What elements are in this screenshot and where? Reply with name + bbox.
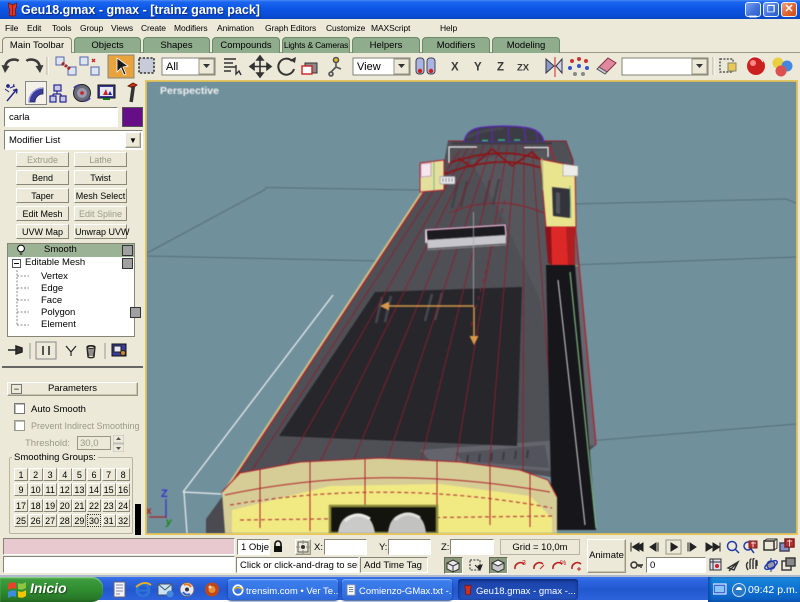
svg-text:%: % [560, 560, 566, 567]
svg-text:x: x [147, 506, 152, 517]
svg-text:Z: Z [497, 62, 504, 74]
svg-text:X: X [451, 62, 459, 74]
svg-text:Perspective: Perspective [160, 85, 219, 97]
svg-text:3: 3 [522, 560, 526, 567]
svg-text:Y: Y [474, 62, 482, 74]
svg-text:Z: Z [161, 488, 168, 500]
svg-text:y: y [165, 517, 172, 528]
svg-text:View: View [357, 61, 381, 73]
svg-text:ZX: ZX [517, 63, 530, 74]
svg-text:All: All [166, 61, 178, 73]
